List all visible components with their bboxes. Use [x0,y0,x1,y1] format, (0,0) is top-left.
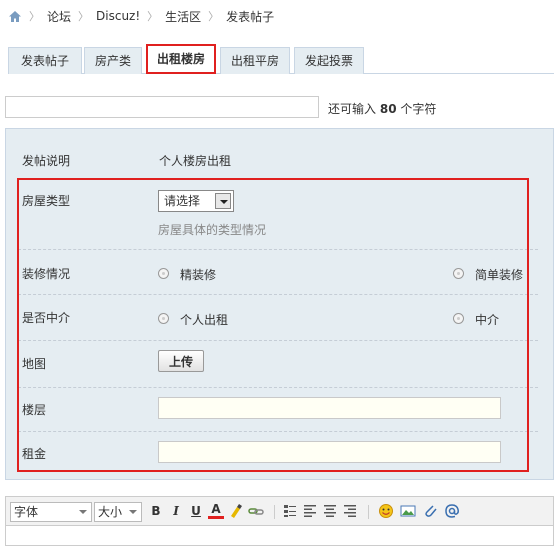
char-count-prefix: 还可输入 [328,102,377,116]
font-family-select-label: 字体 [14,505,39,519]
tab-real-estate[interactable]: 房产类 [84,47,142,74]
tab-post-thread[interactable]: 发表帖子 [8,47,82,74]
row-divider [18,249,538,250]
toolbar-separator [274,505,275,519]
font-size-select-label: 大小 [98,505,123,519]
align-right-icon[interactable] [342,503,358,519]
align-left-icon[interactable] [302,503,318,519]
subject-input[interactable] [5,96,319,118]
row-divider [18,431,538,432]
char-count: 还可输入 80 个字符 [328,100,436,117]
breadcrumb-separator: 〉 [29,10,40,23]
breadcrumb-life-area[interactable]: 生活区 [165,8,201,25]
radio-agency-label[interactable]: 中介 [475,311,499,328]
font-size-select[interactable]: 大小 [94,502,142,522]
font-color-button[interactable]: A [208,503,224,519]
map-label: 地图 [22,357,47,371]
post-type-tabs: 发表帖子 房产类 出租楼房 出租平房 发起投票 [8,44,554,74]
char-count-number: 80 [379,102,397,116]
description-label: 发帖说明 [22,154,71,168]
editor-toolbar: 字体 大小 B I U A [5,496,554,526]
house-type-hint: 房屋具体的类型情况 [158,223,267,237]
row-divider [18,387,538,388]
font-family-select[interactable]: 字体 [10,502,92,522]
editor-content-area[interactable] [5,526,554,546]
bold-button[interactable]: B [148,503,164,519]
link-icon[interactable] [248,503,264,519]
home-icon[interactable] [8,10,22,23]
house-type-select-value: 请选择 [164,194,201,208]
radio-individual-rent-label[interactable]: 个人出租 [180,311,228,328]
toolbar-separator [368,505,369,519]
breadcrumb-separator: 〉 [208,10,220,23]
radio-simple-decoration[interactable] [453,268,464,279]
image-icon[interactable] [400,503,416,519]
radio-fine-decoration[interactable] [158,268,169,279]
house-type-label: 房屋类型 [22,194,71,208]
breadcrumb: 〉 论坛 〉 Discuz! 〉 生活区 〉 发表帖子 [8,7,274,25]
attachment-icon[interactable] [422,503,438,519]
radio-agency[interactable] [453,313,464,324]
background-color-icon[interactable] [228,503,244,519]
italic-button[interactable]: I [168,503,184,519]
form-panel: 发帖说明 个人楼房出租 房屋类型 装修情况 是否中介 地图 楼层 租金 [5,128,554,480]
radio-simple-decoration-label[interactable]: 简单装修 [475,266,523,283]
agency-label: 是否中介 [22,311,71,325]
chevron-down-icon [79,510,87,514]
floor-label: 楼层 [22,403,47,417]
radio-fine-decoration-label[interactable]: 精装修 [180,266,216,283]
underline-button[interactable]: U [188,503,204,519]
rent-input[interactable] [158,441,501,463]
smiley-icon[interactable] [378,503,394,519]
tab-rent-building[interactable]: 出租楼房 [146,44,216,74]
breadcrumb-separator: 〉 [78,10,90,23]
tab-rent-bungalow[interactable]: 出租平房 [220,47,290,74]
chevron-down-icon[interactable] [215,193,231,209]
row-divider [18,340,538,341]
radio-individual-rent[interactable] [158,313,169,324]
tab-start-poll[interactable]: 发起投票 [294,47,364,74]
breadcrumb-separator: 〉 [147,10,159,23]
align-center-icon[interactable] [322,503,338,519]
chevron-down-icon [129,510,137,514]
breadcrumb-discuz[interactable]: Discuz! [96,9,140,23]
char-count-suffix: 个字符 [400,102,437,116]
list-icon[interactable] [282,503,298,519]
rent-label: 租金 [22,447,47,461]
at-mention-icon[interactable] [444,503,460,519]
floor-input[interactable] [158,397,501,419]
breadcrumb-current: 发表帖子 [226,9,275,24]
breadcrumb-forum[interactable]: 论坛 [47,8,71,25]
upload-button[interactable]: 上传 [158,350,204,372]
row-divider [18,294,538,295]
description-value: 个人楼房出租 [159,154,232,168]
house-type-select[interactable]: 请选择 [158,190,234,212]
decoration-label: 装修情况 [22,267,71,281]
